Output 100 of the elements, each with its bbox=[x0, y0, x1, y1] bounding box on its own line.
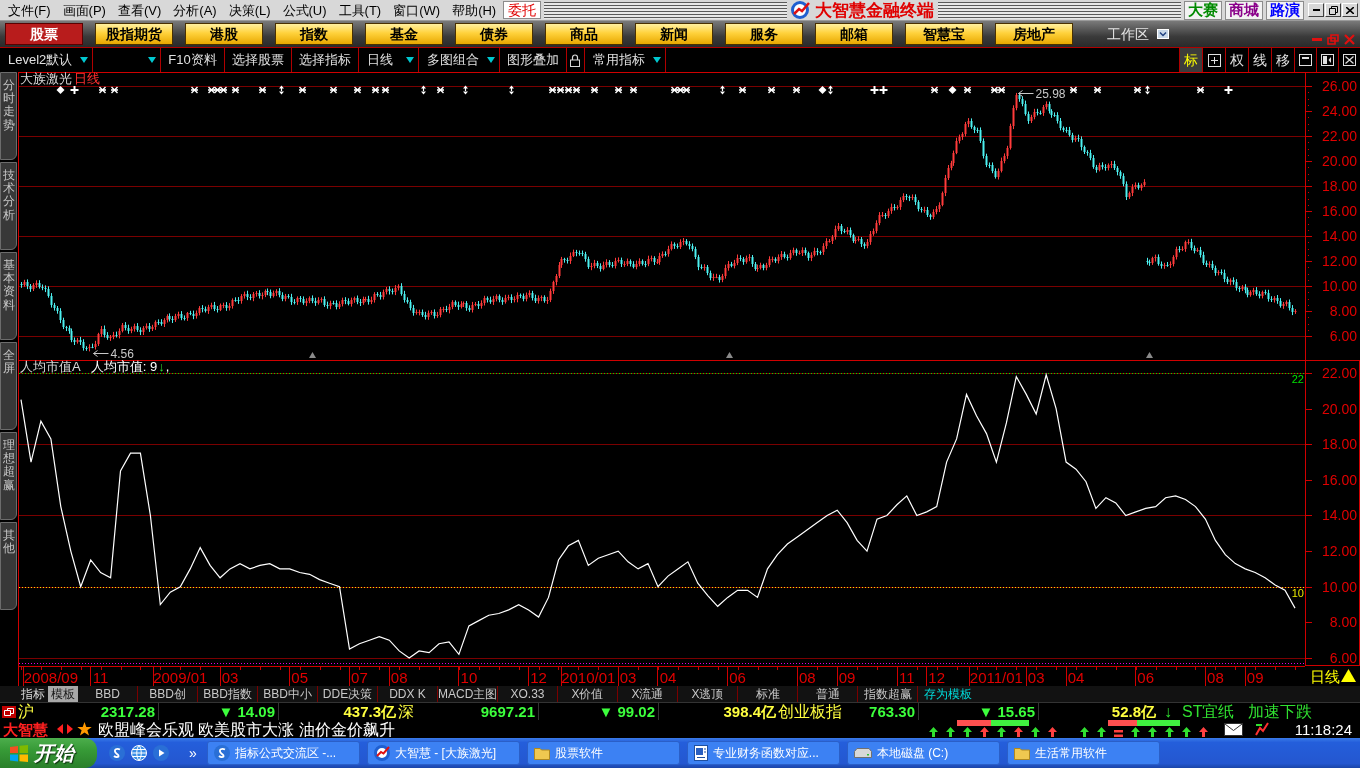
left-triangle-icon[interactable] bbox=[57, 724, 63, 734]
price-callout: 25.98 bbox=[1018, 86, 1066, 101]
toolbar-button[interactable]: 图形叠加 bbox=[499, 48, 567, 72]
axis-label: 04 bbox=[659, 669, 677, 686]
toggle-button[interactable]: 权 bbox=[1225, 48, 1248, 72]
link-button[interactable]: 大赛 bbox=[1184, 0, 1222, 20]
axis-label: 12 bbox=[928, 669, 946, 686]
menu-item[interactable]: 文件(F) bbox=[2, 1, 57, 19]
dropdown[interactable]: 日线 bbox=[358, 48, 419, 72]
globe-icon[interactable] bbox=[131, 745, 147, 761]
taskbar-button[interactable]: 专业财务函数对应... bbox=[686, 741, 840, 765]
triangle-marker-icon bbox=[726, 352, 733, 358]
double-arrow-marker-icon bbox=[421, 85, 426, 95]
nav-tab[interactable]: 债券 bbox=[455, 23, 533, 45]
taskbar-button[interactable]: 股票软件 bbox=[526, 741, 680, 765]
period-button[interactable]: 日线 bbox=[1310, 668, 1356, 685]
double-arrow-marker-icon bbox=[509, 85, 514, 95]
menu-item[interactable]: 决策(L) bbox=[222, 1, 277, 19]
axis-label: 07 bbox=[351, 669, 368, 686]
axis-label: 10.00 bbox=[1321, 278, 1357, 294]
caret-icon bbox=[405, 57, 414, 63]
caret-icon bbox=[652, 57, 661, 63]
menu-item[interactable]: 查看(V) bbox=[111, 1, 168, 19]
reference-label: 22 bbox=[1291, 372, 1304, 385]
play-icon[interactable] bbox=[153, 745, 169, 761]
side-tab[interactable]: 全屏 bbox=[0, 342, 17, 430]
mode-tab[interactable]: 指标 bbox=[18, 686, 48, 702]
axis-label: 11 bbox=[92, 669, 109, 686]
star-icon bbox=[77, 722, 92, 736]
asterisk-marker-icon bbox=[110, 86, 119, 94]
link-button[interactable]: 路演 bbox=[1266, 0, 1304, 20]
alert-signal: 加速下跌 bbox=[1248, 703, 1313, 720]
nav-tab[interactable]: 基金 bbox=[365, 23, 443, 45]
order-button[interactable]: 委托 bbox=[503, 1, 542, 19]
nav-tab[interactable]: 股票 bbox=[5, 23, 83, 45]
news-headline[interactable]: 欧盟峰会乐观 欧美股市大涨 油价金价飙升 bbox=[98, 720, 395, 738]
toggle-button[interactable]: 标 bbox=[1179, 48, 1202, 72]
axis-label: 2008/09 bbox=[23, 669, 78, 686]
nav-tab[interactable]: 智慧宝 bbox=[905, 23, 983, 45]
axis-label: 16.00 bbox=[1321, 472, 1357, 488]
toolbar-button[interactable]: 选择股票 bbox=[224, 48, 292, 72]
trend-icon[interactable] bbox=[1254, 722, 1269, 736]
link-button[interactable]: 商城 bbox=[1225, 0, 1263, 20]
taskbar-button[interactable]: 生活常用软件 bbox=[1006, 741, 1160, 765]
nav-tab[interactable]: 邮箱 bbox=[815, 23, 893, 45]
reference-label: 10 bbox=[1291, 586, 1304, 599]
right-triangle-icon[interactable] bbox=[67, 724, 73, 734]
minimize-icon bbox=[1312, 38, 1322, 41]
clock-time: 11:18:24 bbox=[1294, 720, 1352, 738]
side-tab[interactable]: 技术分析 bbox=[0, 162, 17, 250]
taskbar-button[interactable]: 指标公式交流区 -... bbox=[206, 741, 360, 765]
dropdown[interactable]: 多图组合 bbox=[418, 48, 500, 72]
dropdown[interactable]: 常用指标 bbox=[584, 48, 666, 72]
taskbar-button[interactable]: 本地磁盘 (C:) bbox=[846, 741, 1000, 765]
app-title: 大智慧金融终端 bbox=[815, 1, 935, 19]
side-tab[interactable]: 基本资料 bbox=[0, 252, 17, 340]
axis-label: 20.00 bbox=[1321, 401, 1357, 417]
minimize-button[interactable] bbox=[1308, 3, 1324, 17]
restore-icon[interactable] bbox=[2, 705, 16, 718]
envelope-icon[interactable] bbox=[1223, 722, 1243, 736]
swirl-logo-icon bbox=[213, 745, 230, 761]
diamond-marker-icon bbox=[56, 86, 65, 94]
side-tab[interactable]: 其他 bbox=[0, 522, 17, 610]
asterisk-marker-icon bbox=[1069, 86, 1078, 94]
asterisk-marker-icon bbox=[98, 86, 107, 94]
axis-label: 8.00 bbox=[1329, 303, 1357, 319]
nav-tab[interactable]: 港股 bbox=[185, 23, 263, 45]
axis-label: 2009/01 bbox=[153, 669, 208, 686]
swirl-logo-icon[interactable] bbox=[109, 745, 125, 761]
toolbar-button[interactable]: F10资料 bbox=[161, 48, 225, 72]
trend-arrow: ↓ bbox=[158, 360, 165, 373]
menu-item[interactable]: 工具(T) bbox=[332, 1, 388, 19]
menu-item[interactable]: 窗口(W) bbox=[387, 1, 447, 19]
side-tab[interactable]: 分时走势 bbox=[0, 72, 17, 160]
menu-item[interactable]: 画面(P) bbox=[56, 1, 112, 19]
nav-tab[interactable]: 服务 bbox=[725, 23, 803, 45]
axis-label: 06 bbox=[729, 669, 746, 686]
nav-tab[interactable]: 股指期货 bbox=[95, 23, 173, 45]
nav-tab[interactable]: 商品 bbox=[545, 23, 623, 45]
axis-label: 14.00 bbox=[1321, 507, 1357, 523]
side-tab[interactable]: 理想超赢 bbox=[0, 432, 17, 520]
nav-tab[interactable]: 新闻 bbox=[635, 23, 713, 45]
cross-marker-icon bbox=[878, 85, 889, 95]
menu-item[interactable]: 帮助(H) bbox=[446, 1, 503, 19]
more-button[interactable]: » bbox=[189, 745, 197, 761]
toggle-button[interactable]: 移 bbox=[1271, 48, 1294, 72]
asterisk-marker-icon bbox=[1093, 86, 1102, 94]
toolbar-button[interactable]: 选择指标 bbox=[291, 48, 359, 72]
nav-tab[interactable]: 指数 bbox=[275, 23, 353, 45]
save-template-button[interactable]: 存为模板 bbox=[918, 686, 978, 702]
toggle-button[interactable]: 线 bbox=[1248, 48, 1271, 72]
menu-item[interactable]: 公式(U) bbox=[276, 1, 333, 19]
menu-item[interactable]: 分析(A) bbox=[167, 1, 223, 19]
start-button[interactable]: 开始 bbox=[0, 738, 97, 768]
taskbar-button[interactable]: 大智慧 - [大族激光] bbox=[366, 741, 520, 765]
nav-tab[interactable]: 房地产 bbox=[995, 23, 1073, 45]
indicator-name: 人均市值A bbox=[20, 360, 81, 373]
mode-tab[interactable]: 模板 bbox=[48, 686, 78, 702]
diamond-marker-icon bbox=[818, 86, 827, 94]
dropdown-icon[interactable] bbox=[1157, 29, 1169, 39]
